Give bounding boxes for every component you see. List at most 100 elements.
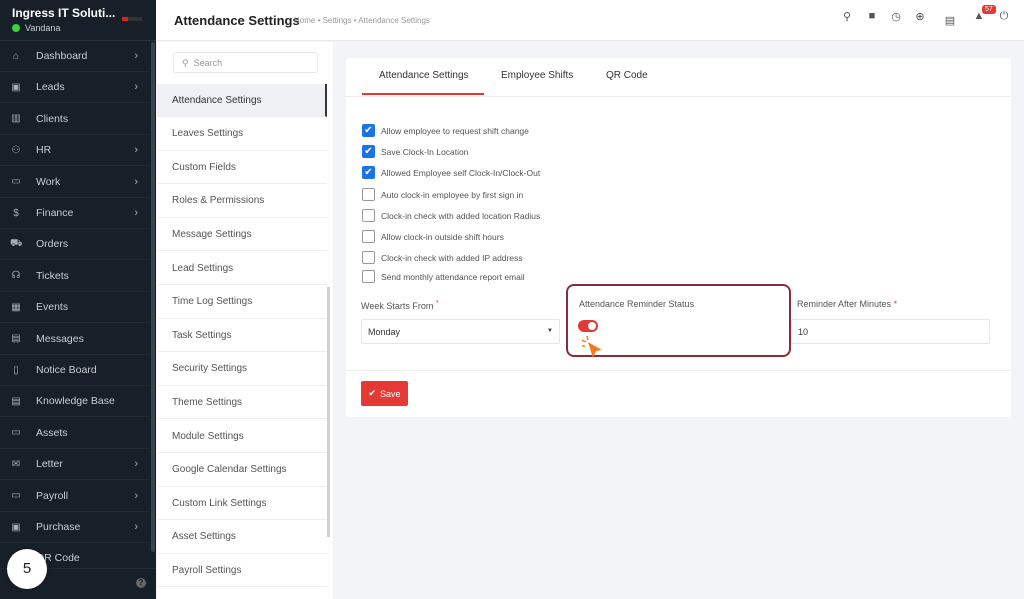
tab-attendance-settings[interactable]: Attendance Settings [379, 70, 469, 81]
settings-menu-item[interactable]: Time Log Settings [157, 286, 327, 319]
breadcrumb: Home • Settings • Attendance Settings [294, 16, 430, 25]
settings-menu-item[interactable]: Payroll Settings [157, 554, 327, 588]
book-icon: ▤ [11, 395, 21, 407]
settings-search-input[interactable]: ⚲ Search [173, 52, 318, 73]
sidebar-item-tickets[interactable]: ☊ Tickets [0, 261, 150, 292]
settings-menu-item[interactable]: Module Settings [157, 420, 327, 453]
chevron-right-icon: › [134, 521, 138, 533]
checkbox-label: Allow clock-in outside shift hours [381, 231, 504, 242]
checkbox-checked[interactable]: ✔ [362, 124, 375, 137]
checkbox-checked[interactable]: ✔ [362, 145, 375, 158]
sidebar-item-assets[interactable]: ▭ Assets [0, 418, 150, 449]
checkbox-label: Send monthly attendance report email [381, 271, 525, 282]
gift-icon[interactable]: ▤ [943, 14, 957, 27]
week-starts-select[interactable]: Monday ▼ [361, 319, 560, 344]
flag-icon [122, 17, 142, 21]
sidebar-item-finance[interactable]: $ Finance › [0, 198, 150, 229]
building-icon: ▥ [11, 113, 21, 125]
clock-icon[interactable]: ◷ [889, 10, 903, 23]
sidebar-item-label: Notice Board [36, 364, 97, 376]
sidebar-item-label: Assets [36, 426, 68, 439]
sidebar-item-payroll[interactable]: ▭ Payroll › [0, 481, 150, 512]
settings-menu-item[interactable]: Custom Link Settings [157, 487, 327, 521]
settings-menu-item[interactable]: Google Calendar Settings [157, 454, 327, 487]
checkbox-unchecked[interactable] [362, 188, 375, 201]
sidebar-item-messages[interactable]: ▤ Messages [0, 324, 150, 355]
sidebar-item-label: Dashboard [36, 50, 88, 62]
checkbox-checked[interactable]: ✔ [362, 166, 375, 179]
checkbox-unchecked[interactable] [362, 270, 375, 283]
envelope-icon: ✉ [11, 458, 21, 470]
sidebar-item-purchase[interactable]: ▣ Purchase › [0, 512, 150, 543]
sidebar-item-letter[interactable]: ✉ Letter › [0, 449, 150, 481]
sidebar-item-hr[interactable]: ⚇ HR › [0, 135, 150, 167]
settings-menu-item[interactable]: Theme Settings [157, 386, 327, 420]
checkbox-unchecked[interactable] [362, 230, 375, 243]
cursor-click-icon [582, 336, 602, 358]
sidebar-item-label: Leads [36, 81, 65, 94]
chevron-right-icon: › [134, 81, 138, 94]
contact-card-icon: ▣ [11, 81, 21, 93]
add-icon[interactable]: ⊕ [913, 10, 927, 23]
receipt-icon: ▣ [11, 521, 21, 533]
checkbox-unchecked[interactable] [362, 251, 375, 264]
page-title: Attendance Settings [174, 13, 300, 28]
checkbox-row[interactable]: Auto clock-in employee by first sign in [362, 188, 523, 201]
settings-menu-item[interactable]: Task Settings [157, 319, 327, 353]
clipboard-icon: ▯ [13, 364, 19, 376]
tab-employee-shifts[interactable]: Employee Shifts [501, 70, 573, 81]
notification-badge: 57 [982, 5, 996, 14]
sidebar-item-knowledge-base[interactable]: ▤ Knowledge Base [0, 386, 150, 418]
checkbox-row[interactable]: Allow clock-in outside shift hours [362, 230, 504, 243]
search-icon[interactable]: ⚲ [840, 10, 854, 23]
checkbox-unchecked[interactable] [362, 209, 375, 222]
checkbox-row[interactable]: ✔ Allow employee to request shift change [362, 124, 529, 137]
search-placeholder: Search [193, 58, 223, 68]
sidebar-item-label: Purchase [36, 521, 81, 533]
checkbox-row[interactable]: ✔ Save Clock-In Location [362, 145, 468, 158]
sidebar-item-notice-board[interactable]: ▯ Notice Board [0, 355, 150, 386]
step-marker: 5 [7, 549, 47, 589]
menu-scrollbar[interactable] [327, 287, 330, 537]
reminder-minutes-input[interactable]: 10 [791, 319, 990, 344]
sidebar-scrollbar[interactable] [151, 42, 155, 552]
divider [346, 370, 1011, 371]
checkbox-row[interactable]: Clock-in check with added location Radiu… [362, 209, 540, 222]
checkbox-label: Auto clock-in employee by first sign in [381, 189, 524, 200]
calendar-icon: ▦ [11, 301, 21, 313]
sidebar-item-label: Letter [36, 458, 63, 471]
sidebar-item-label: Payroll [36, 489, 69, 502]
checkbox-row[interactable]: ✔ Allowed Employee self Clock-In/Clock-Ou… [362, 166, 540, 179]
settings-menu-item[interactable]: Security Settings [157, 353, 327, 386]
tab-qr-code[interactable]: QR Code [606, 70, 648, 81]
sidebar-item-events[interactable]: ▦ Events [0, 292, 150, 324]
sidebar-item-work[interactable]: ▭ Work › [0, 167, 150, 198]
settings-menu-item[interactable]: Attendance Settings [157, 84, 327, 117]
home-icon: ⌂ [12, 50, 20, 62]
help-icon[interactable]: ? [136, 578, 146, 588]
briefcase-icon: ▭ [11, 176, 21, 188]
headset-icon: ☊ [11, 270, 21, 282]
save-button[interactable]: ✔ Save [361, 381, 408, 406]
sidebar-item-label: Messages [36, 332, 84, 345]
settings-menu-item[interactable]: Asset Settings [157, 521, 327, 554]
sticky-note-icon[interactable]: ■ [865, 10, 879, 22]
sidebar-item-dashboard[interactable]: ⌂ Dashboard › [0, 41, 150, 72]
settings-menu-item[interactable]: Roles & Permissions [157, 185, 327, 218]
settings-menu-item[interactable]: Custom Fields [157, 151, 327, 185]
checkbox-row[interactable]: Clock-in check with added IP address [362, 251, 523, 264]
settings-menu-item[interactable]: Message Settings [157, 218, 327, 252]
checkbox-label: Allow employee to request shift change [381, 125, 529, 136]
dollar-icon: $ [13, 207, 19, 219]
settings-menu-item[interactable]: Leaves Settings [157, 118, 327, 151]
sidebar-item-label: Finance [36, 207, 74, 219]
sidebar-item-label: Tickets [36, 269, 69, 282]
chat-icon: ▤ [11, 333, 21, 345]
sidebar-item-clients[interactable]: ▥ Clients [0, 104, 150, 135]
sidebar-item-leads[interactable]: ▣ Leads › [0, 72, 150, 104]
power-icon[interactable]: ⏻ [997, 10, 1011, 23]
checkbox-row[interactable]: Send monthly attendance report email [362, 270, 525, 283]
week-starts-label: Week Starts From * [361, 298, 439, 311]
settings-menu-item[interactable]: Lead Settings [157, 252, 327, 285]
sidebar-item-orders[interactable]: ⛟ Orders [0, 229, 150, 261]
